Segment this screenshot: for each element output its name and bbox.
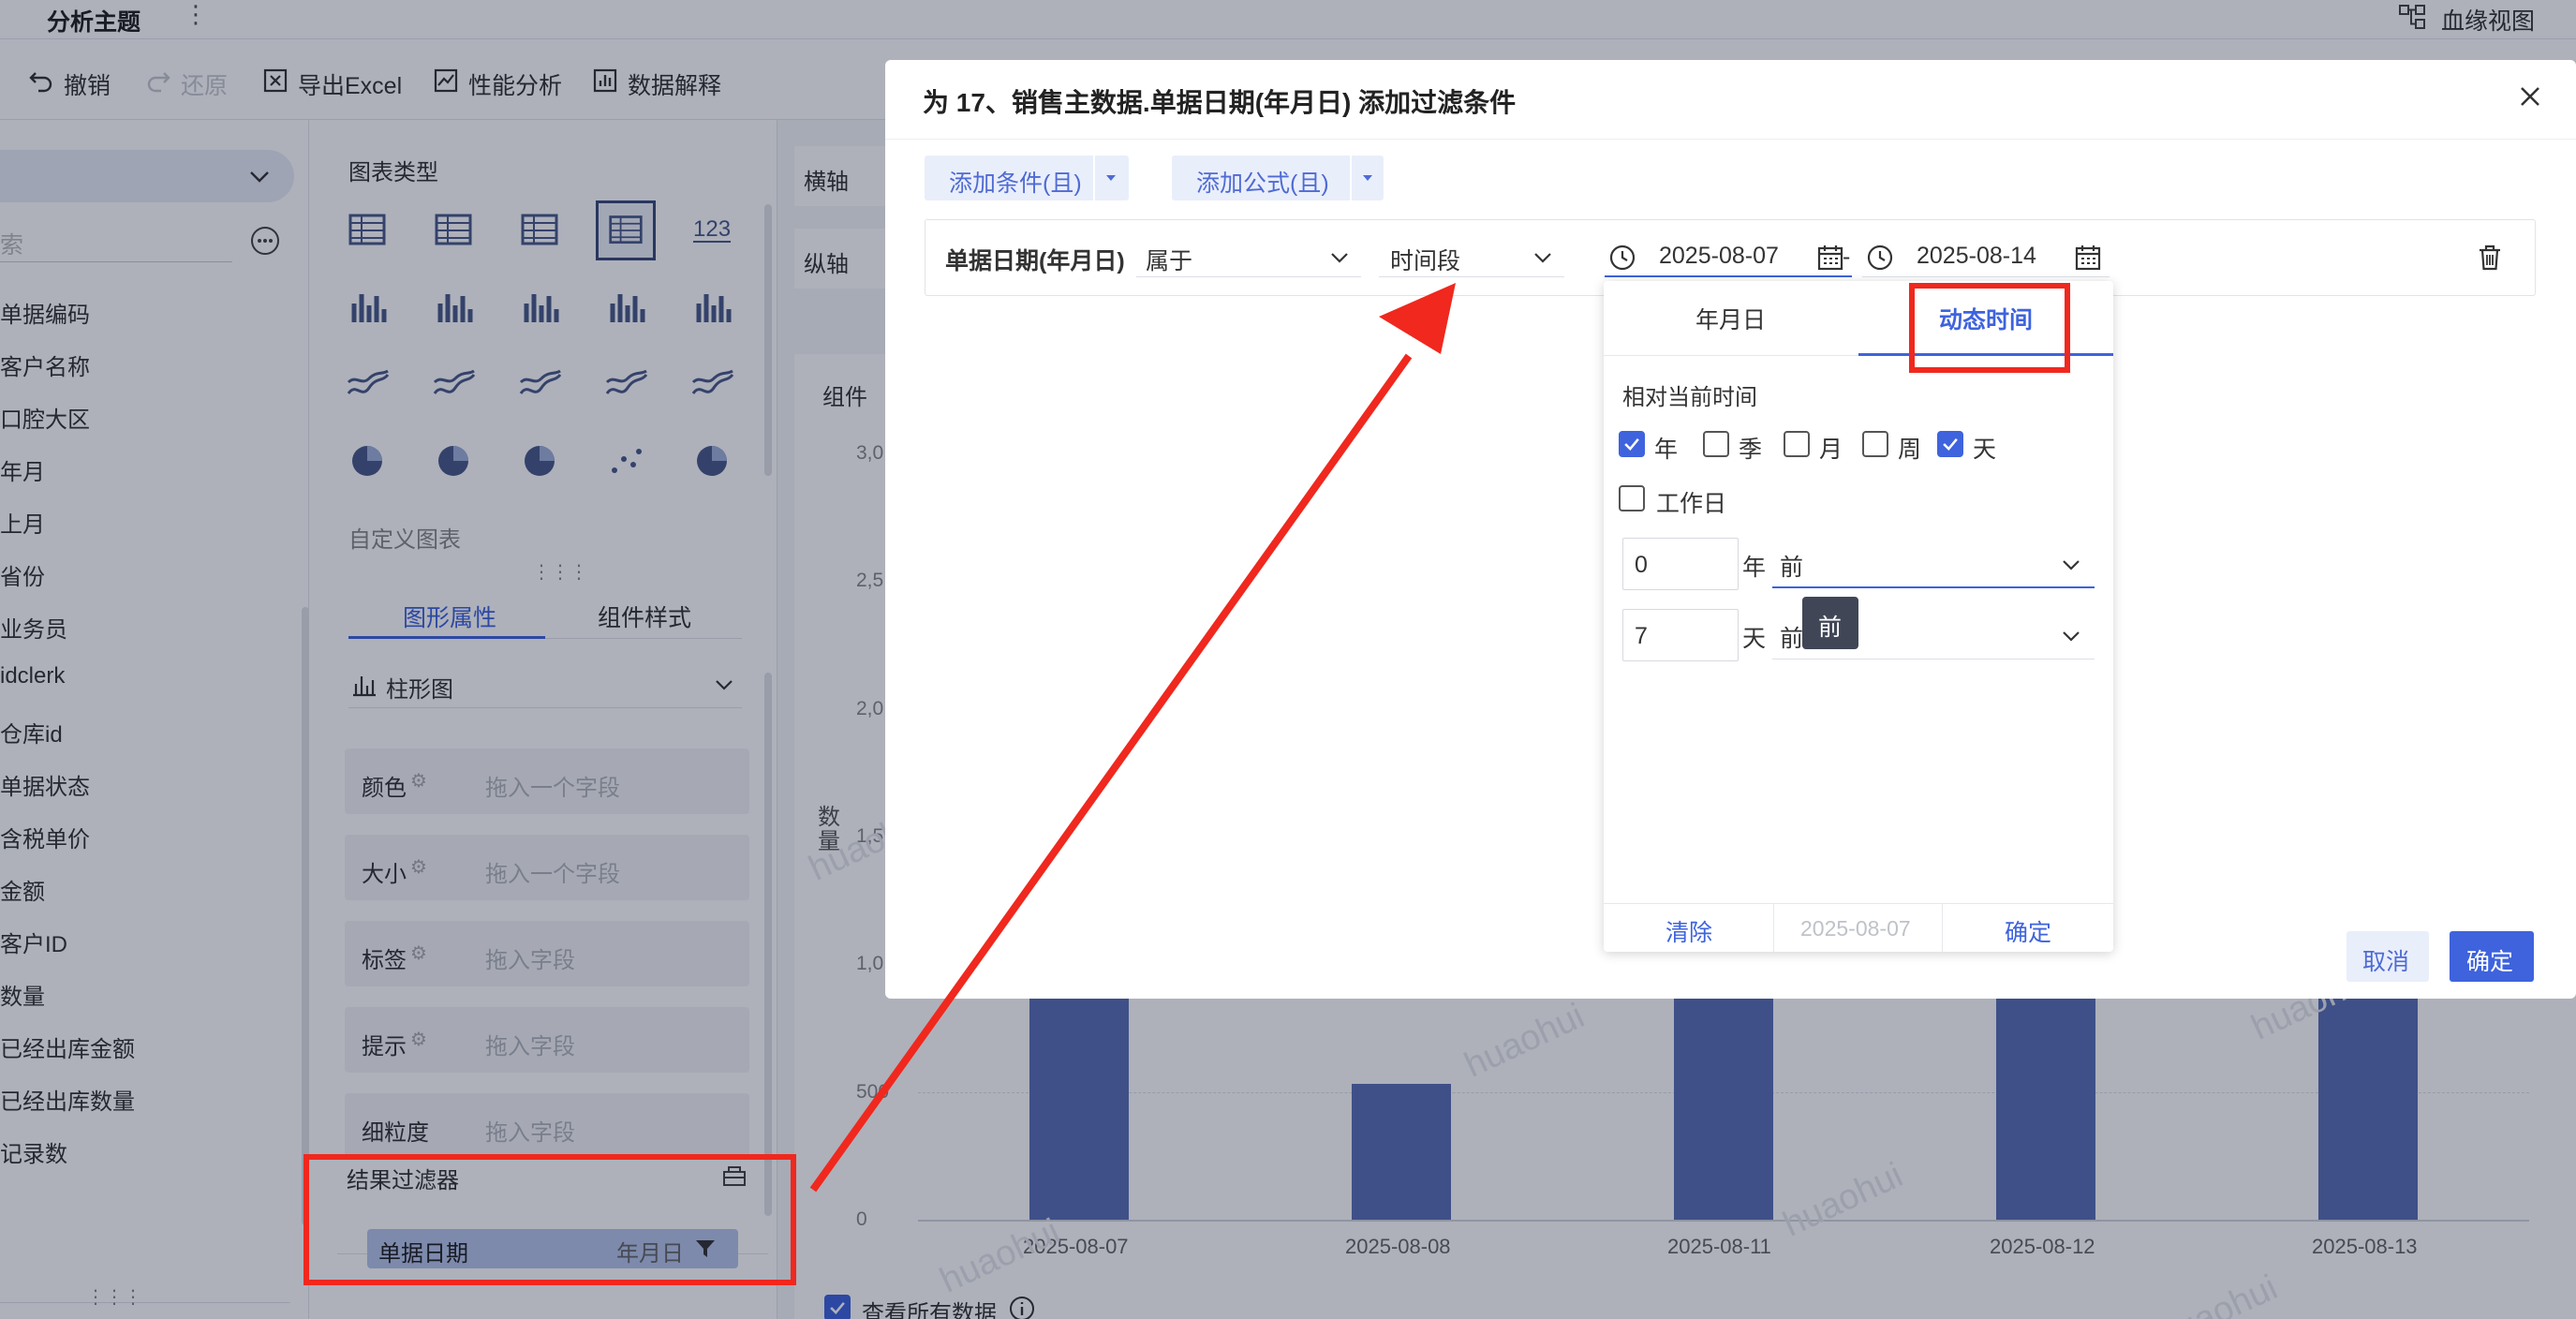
annotation-arrow: [809, 283, 1456, 1193]
